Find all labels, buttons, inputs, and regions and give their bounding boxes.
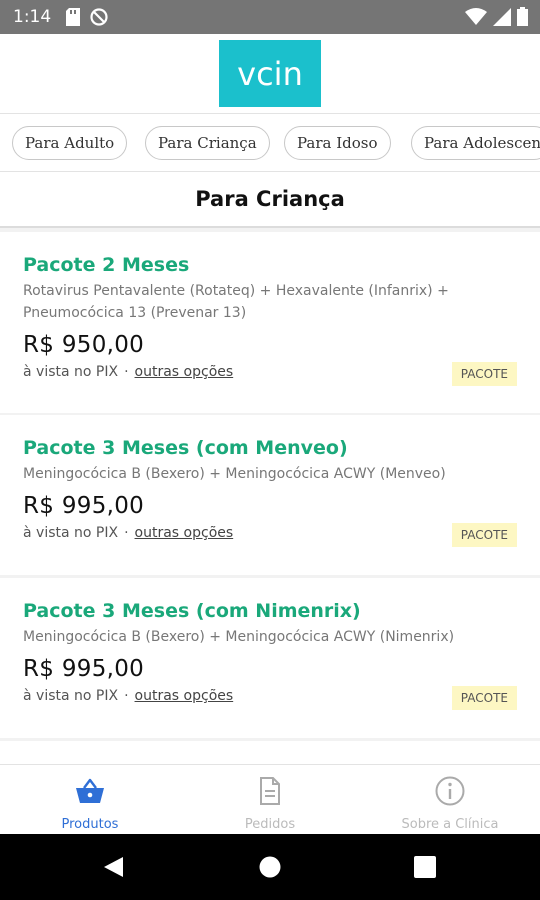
product-list: Pacote 2 Meses Rotavirus Pentavalente (R… [0,232,540,764]
package-badge: PACOTE [451,686,517,710]
tab-pedidos[interactable]: Pedidos [180,765,360,835]
recents-icon[interactable] [414,856,436,878]
product-price: R$ 995,00 [23,656,145,682]
document-icon [260,777,280,805]
tab-label: Pedidos [244,817,296,832]
app-header: vcin [0,34,540,114]
payment-note: à vista no PIX [23,688,119,704]
payment-row: à vista no PIX · outras opções PACOTE [23,686,517,710]
info-icon [435,776,465,806]
product-name: Pacote 3 Meses (com Menveo) [23,437,348,459]
product-price: R$ 950,00 [23,332,145,358]
payment-row: à vista no PIX · outras opções PACOTE [23,523,517,547]
product-name: Pacote 3 Meses (com Nimenrix) [23,600,361,622]
vcin-logo: vcin [219,40,321,107]
logo-text: vcin [237,54,303,93]
payment-row: à vista no PIX · outras opções PACOTE [23,362,517,386]
more-options-link[interactable]: outras opções [135,364,234,380]
chip-label: Para Criança [158,134,257,152]
wifi-icon [465,7,487,25]
product-description: Meningocócica B (Bexero) + Meningocócica… [23,629,455,645]
tab-label: Produtos [61,817,119,832]
product-card-partial[interactable] [0,741,540,764]
more-options-link[interactable]: outras opções [135,525,234,541]
payment-note: à vista no PIX [23,364,119,380]
separator: · [124,688,129,704]
product-description: Meningocócica B (Bexero) + Meningocócica… [23,466,446,482]
chip-para-adolescente[interactable]: Para Adolescen [411,126,540,160]
package-badge: PACOTE [451,362,517,386]
product-card[interactable]: Pacote 2 Meses Rotavirus Pentavalente (R… [0,232,540,413]
home-icon[interactable] [258,855,282,879]
tab-label: Sobre a Clínica [401,817,499,832]
sd-card-icon [66,8,80,26]
more-options-link[interactable]: outras opções [135,688,234,704]
chip-label: Para Adolescen [424,134,540,152]
separator: · [124,364,129,380]
signal-icon [493,7,511,26]
chip-para-idoso[interactable]: Para Idoso [284,126,391,160]
tab-produtos[interactable]: Produtos [0,765,180,835]
product-price: R$ 995,00 [23,493,145,519]
product-name: Pacote 2 Meses [23,254,190,276]
chip-para-adulto[interactable]: Para Adulto [12,126,128,160]
separator: · [124,525,129,541]
payment-note: à vista no PIX [23,525,119,541]
package-badge: PACOTE [451,523,517,547]
basket-icon [76,778,104,803]
section-title: Para Criança [0,172,540,228]
status-time: 1:14 [13,7,52,27]
chip-para-crianca[interactable]: Para Criança [145,126,270,160]
chip-label: Para Adulto [25,134,115,152]
product-card[interactable]: Pacote 3 Meses (com Nimenrix) Meningocóc… [0,578,540,738]
chip-label: Para Idoso [297,134,378,152]
status-bar: 1:14 [0,0,540,34]
bottom-navigation: Produtos Pedidos Sobre a Clínica [0,764,540,834]
no-sync-icon [90,8,108,26]
system-navigation-bar [0,834,540,900]
product-description: Rotavirus Pentavalente (Rotateq) + Hexav… [23,283,449,321]
category-chips: Para Adulto Para Criança Para Idoso Para… [0,114,540,172]
battery-icon [517,7,528,26]
tab-sobre-a-clinica[interactable]: Sobre a Clínica [360,765,540,835]
back-icon[interactable] [101,855,125,879]
product-card[interactable]: Pacote 3 Meses (com Menveo) Meningocócic… [0,415,540,575]
